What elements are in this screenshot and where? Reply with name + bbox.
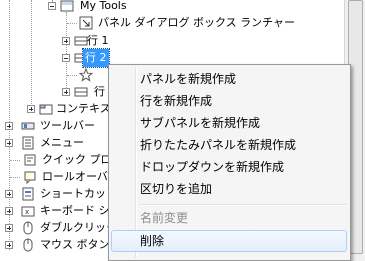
tree-item-label: マウス ボタン bbox=[40, 238, 110, 251]
panel-icon bbox=[60, 0, 74, 12]
expand-toggle-icon[interactable] bbox=[62, 37, 70, 45]
expand-toggle-icon[interactable] bbox=[5, 241, 13, 249]
expand-toggle-icon[interactable] bbox=[5, 122, 13, 130]
menu-item-new-dropdown[interactable]: ドロップダウンを新規作成 bbox=[111, 156, 347, 178]
menu-item-label: 区切りを追加 bbox=[140, 182, 213, 196]
rollover-tooltip-icon bbox=[24, 171, 36, 184]
menu-item-delete[interactable]: 削除 bbox=[111, 230, 347, 252]
collapse-toggle-icon[interactable] bbox=[62, 54, 70, 62]
menu-item-label: パネルを新規作成 bbox=[140, 72, 237, 86]
tree-item-label: メニュー bbox=[40, 136, 84, 149]
tree-item-label: 行 1 bbox=[87, 34, 109, 47]
expand-toggle-icon[interactable] bbox=[5, 207, 13, 215]
contextual-tab-icon bbox=[39, 104, 53, 115]
tree-connector-line bbox=[67, 23, 77, 24]
menu-item-new-subpanel[interactable]: サブパネルを新規作成 bbox=[111, 112, 347, 134]
tree-item-label: ツールバー bbox=[40, 119, 95, 132]
tree-connector-line bbox=[10, 160, 20, 161]
tree-item-label: My Tools bbox=[80, 0, 127, 12]
tree-item-my-tools[interactable]: My Tools bbox=[0, 0, 344, 15]
tree-connector-line bbox=[67, 75, 77, 76]
tree-item-label: 行 bbox=[94, 85, 105, 98]
keyboard-icon: x bbox=[21, 206, 35, 217]
quick-properties-icon bbox=[24, 154, 36, 166]
menu-item-label: 折りたたみパネルを新規作成 bbox=[140, 138, 297, 152]
menu-item-new-slideout[interactable]: 折りたたみパネルを新規作成 bbox=[111, 134, 347, 156]
menu-item-new-panel[interactable]: パネルを新規作成 bbox=[111, 68, 347, 90]
context-menu: パネルを新規作成 行を新規作成 サブパネルを新規作成 折りたたみパネルを新規作成… bbox=[108, 64, 351, 261]
menu-item-rename: 名前変更 bbox=[111, 207, 347, 229]
menu-icon bbox=[22, 136, 34, 150]
tree-item-dialog-launcher[interactable]: パネル ダイアログ ボックス ランチャー bbox=[0, 14, 344, 32]
expand-toggle-icon[interactable] bbox=[62, 88, 70, 96]
tree-item-label: ロールオーバ bbox=[42, 170, 108, 183]
tree-item-row-1[interactable]: 行 1 bbox=[0, 32, 344, 50]
menu-item-new-row[interactable]: 行を新規作成 bbox=[111, 90, 347, 112]
shortcut-menu-icon bbox=[22, 187, 34, 201]
mouse-icon bbox=[23, 221, 33, 235]
dialog-launcher-icon bbox=[79, 16, 93, 30]
expand-toggle-icon[interactable] bbox=[5, 190, 13, 198]
tree-item-label: ダブルクリック bbox=[40, 221, 117, 234]
expand-toggle-icon[interactable] bbox=[27, 105, 35, 113]
expand-toggle-icon[interactable] bbox=[5, 139, 13, 147]
menu-item-label: ドロップダウンを新規作成 bbox=[140, 160, 285, 174]
tree-item-label: ショートカット bbox=[40, 187, 117, 200]
menu-item-label: 削除 bbox=[140, 234, 165, 248]
row-icon bbox=[74, 36, 88, 46]
expand-toggle-icon[interactable] bbox=[5, 224, 13, 232]
star-icon bbox=[79, 68, 93, 82]
toolbar-icon bbox=[21, 122, 35, 130]
collapse-toggle-icon[interactable] bbox=[48, 2, 56, 10]
menu-separator bbox=[139, 204, 346, 206]
mouse-icon bbox=[23, 238, 33, 252]
tree-item-label: 行 2 bbox=[82, 48, 110, 68]
svg-text:x: x bbox=[25, 208, 29, 216]
menu-item-add-separator[interactable]: 区切りを追加 bbox=[111, 178, 347, 200]
tree-item-label: パネル ダイアログ ボックス ランチャー bbox=[98, 16, 296, 29]
tree-item-label: キーボード シ bbox=[40, 204, 110, 217]
menu-item-label: 行を新規作成 bbox=[140, 94, 213, 108]
tree-connector-line bbox=[10, 177, 20, 178]
menu-item-label: 名前変更 bbox=[140, 211, 189, 225]
menu-item-label: サブパネルを新規作成 bbox=[140, 116, 261, 130]
tree-item-label: コンテキス bbox=[56, 102, 111, 115]
row-icon bbox=[74, 87, 88, 97]
